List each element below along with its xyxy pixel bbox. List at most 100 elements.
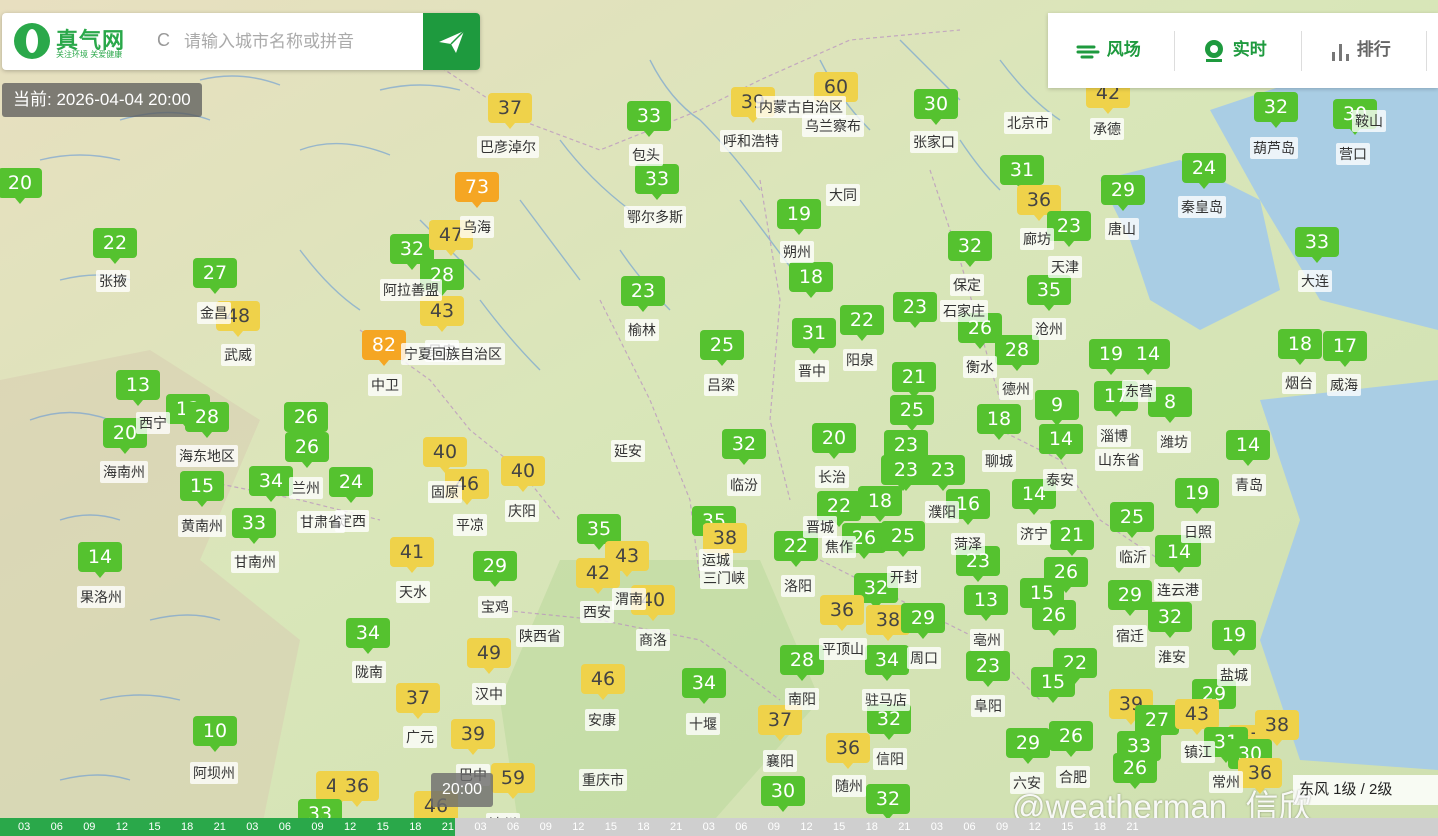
aqi-marker[interactable]: 33 bbox=[1295, 227, 1339, 263]
aqi-marker[interactable]: 34 bbox=[249, 466, 293, 502]
aqi-marker[interactable]: 18 bbox=[1278, 329, 1322, 365]
aqi-marker[interactable]: 21 bbox=[1050, 520, 1094, 556]
aqi-marker[interactable]: 20 bbox=[0, 168, 42, 204]
aqi-marker[interactable]: 30 bbox=[914, 89, 958, 125]
aqi-marker[interactable]: 24 bbox=[1182, 153, 1226, 189]
aqi-marker[interactable]: 29 bbox=[1101, 175, 1145, 211]
aqi-marker[interactable]: 27 bbox=[193, 258, 237, 294]
aqi-marker[interactable]: 59 bbox=[491, 763, 535, 799]
aqi-marker[interactable]: 35 bbox=[1027, 275, 1071, 311]
aqi-marker[interactable]: 22 bbox=[840, 305, 884, 341]
aqi-marker[interactable]: 25 bbox=[1110, 502, 1154, 538]
search-bar: 真气网 关注环境 关爱健康 C bbox=[2, 13, 480, 70]
aqi-marker[interactable]: 49 bbox=[467, 638, 511, 674]
aqi-marker[interactable]: 14 bbox=[1039, 424, 1083, 460]
aqi-marker[interactable]: 9 bbox=[1035, 390, 1079, 426]
aqi-marker[interactable]: 29 bbox=[1108, 580, 1152, 616]
aqi-marker[interactable]: 73 bbox=[455, 172, 499, 208]
aqi-marker[interactable]: 37 bbox=[396, 683, 440, 719]
aqi-marker[interactable]: 28 bbox=[780, 645, 824, 681]
timeline-bar[interactable]: 03 06 09 12 15 18 21 03 06 09 12 15 18 21 03 06 09 12 15 18… bbox=[0, 818, 1438, 836]
aqi-marker[interactable]: 26 bbox=[1032, 600, 1076, 636]
aqi-marker[interactable]: 26 bbox=[285, 432, 329, 468]
aqi-marker[interactable]: 35 bbox=[577, 514, 621, 550]
aqi-marker[interactable]: 13 bbox=[116, 370, 160, 406]
city-label: 淮安 bbox=[1155, 646, 1189, 668]
aqi-marker[interactable]: 31 bbox=[792, 318, 836, 354]
aqi-marker[interactable]: 36 bbox=[820, 595, 864, 631]
timeline-tick: 09 bbox=[539, 821, 552, 833]
aqi-marker[interactable]: 29 bbox=[901, 603, 945, 639]
aqi-marker[interactable]: 32 bbox=[1148, 602, 1192, 638]
ranking-tab[interactable]: 排行 bbox=[1330, 35, 1391, 65]
aqi-marker[interactable]: 82 bbox=[362, 330, 406, 366]
aqi-marker[interactable]: 46 bbox=[581, 664, 625, 700]
aqi-marker[interactable]: 39 bbox=[451, 719, 495, 755]
aqi-marker[interactable]: 25 bbox=[881, 521, 925, 557]
aqi-marker[interactable]: 23 bbox=[966, 651, 1010, 687]
aqi-marker[interactable]: 32 bbox=[1254, 92, 1298, 128]
aqi-marker[interactable]: 25 bbox=[890, 395, 934, 431]
realtime-tab[interactable]: 实时 bbox=[1202, 35, 1267, 65]
timeline-tick: 03 bbox=[18, 821, 31, 833]
aqi-marker[interactable]: 40 bbox=[423, 437, 467, 473]
aqi-marker[interactable]: 32 bbox=[866, 784, 910, 820]
city-search-input[interactable] bbox=[182, 29, 416, 55]
refresh-icon[interactable]: C bbox=[157, 30, 170, 51]
aqi-marker[interactable]: 37 bbox=[488, 93, 532, 129]
aqi-marker[interactable]: 41 bbox=[390, 537, 434, 573]
aqi-marker[interactable]: 33 bbox=[232, 508, 276, 544]
aqi-marker[interactable]: 13 bbox=[964, 585, 1008, 621]
aqi-marker[interactable]: 33 bbox=[627, 101, 671, 137]
aqi-marker[interactable]: 18 bbox=[977, 404, 1021, 440]
search-submit-button[interactable] bbox=[423, 13, 480, 70]
aqi-marker[interactable]: 28 bbox=[185, 402, 229, 438]
aqi-marker[interactable]: 29 bbox=[1006, 728, 1050, 764]
aqi-marker[interactable]: 20 bbox=[812, 423, 856, 459]
aqi-marker[interactable]: 43 bbox=[1175, 699, 1219, 735]
aqi-marker[interactable]: 24 bbox=[329, 467, 373, 503]
aqi-marker[interactable]: 15 bbox=[1031, 667, 1075, 703]
aqi-marker[interactable]: 36 bbox=[335, 771, 379, 807]
aqi-marker[interactable]: 14 bbox=[1226, 430, 1270, 466]
site-logo[interactable]: 真气网 关注环境 关爱健康 bbox=[14, 21, 144, 63]
aqi-marker[interactable]: 19 bbox=[1175, 478, 1219, 514]
aqi-marker[interactable]: 23 bbox=[884, 455, 928, 491]
aqi-marker[interactable]: 26 bbox=[1113, 753, 1157, 789]
aqi-marker[interactable]: 14 bbox=[78, 542, 122, 578]
aqi-marker[interactable]: 22 bbox=[93, 228, 137, 264]
timeline-cursor[interactable]: 20:00 bbox=[431, 773, 493, 807]
aqi-marker[interactable]: 10 bbox=[193, 716, 237, 752]
aqi-marker[interactable]: 23 bbox=[621, 276, 665, 312]
aqi-marker[interactable]: 19 bbox=[777, 199, 821, 235]
aqi-marker[interactable]: 34 bbox=[682, 668, 726, 704]
aqi-marker[interactable]: 26 bbox=[284, 402, 328, 438]
aqi-marker[interactable]: 14 bbox=[1126, 339, 1170, 375]
aqi-marker[interactable]: 23 bbox=[893, 292, 937, 328]
aqi-marker[interactable]: 18 bbox=[858, 486, 902, 522]
timeline-tick: 21 bbox=[670, 821, 683, 833]
aqi-marker[interactable]: 40 bbox=[501, 456, 545, 492]
aqi-marker[interactable]: 33 bbox=[635, 164, 679, 200]
aqi-marker[interactable]: 15 bbox=[180, 471, 224, 507]
wind-field-tab[interactable]: 风场 bbox=[1076, 35, 1141, 65]
aqi-marker[interactable]: 19 bbox=[1212, 620, 1256, 656]
aqi-marker[interactable]: 26 bbox=[1049, 721, 1093, 757]
aqi-marker[interactable]: 34 bbox=[346, 618, 390, 654]
city-label: 榆林 bbox=[625, 319, 659, 341]
timeline-tick: 06 bbox=[507, 821, 520, 833]
aqi-marker[interactable]: 21 bbox=[892, 362, 936, 398]
aqi-marker[interactable]: 31 bbox=[1000, 155, 1044, 191]
aqi-marker[interactable]: 36 bbox=[826, 733, 870, 769]
aqi-marker[interactable]: 34 bbox=[865, 645, 909, 681]
aqi-marker[interactable]: 32 bbox=[948, 231, 992, 267]
aqi-marker[interactable]: 42 bbox=[576, 558, 620, 594]
aqi-marker[interactable]: 25 bbox=[700, 330, 744, 366]
aqi-marker[interactable]: 17 bbox=[1323, 331, 1367, 367]
city-label: 葫芦岛 bbox=[1250, 137, 1298, 159]
aqi-marker[interactable]: 18 bbox=[789, 262, 833, 298]
aqi-marker[interactable]: 32 bbox=[722, 429, 766, 465]
aqi-marker[interactable]: 30 bbox=[761, 776, 805, 812]
aqi-marker[interactable]: 38 bbox=[1255, 710, 1299, 746]
aqi-marker[interactable]: 29 bbox=[473, 551, 517, 587]
